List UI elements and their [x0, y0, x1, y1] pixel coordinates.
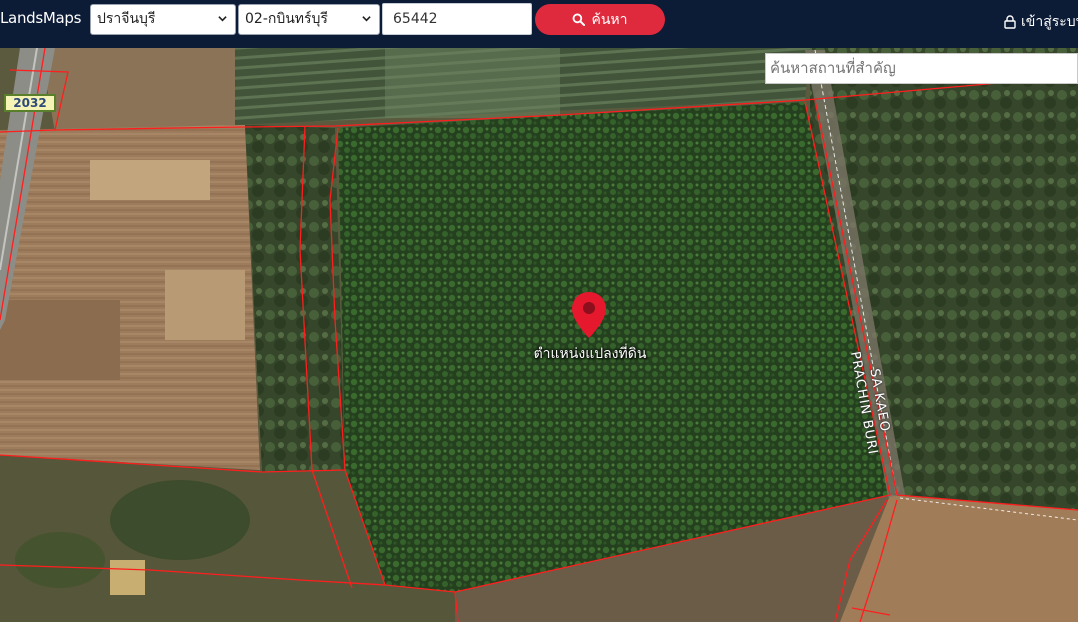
- search-button[interactable]: ค้นหา: [535, 4, 665, 35]
- top-navbar: LandsMaps ปราจีนบุรี 02-กบินทร์บุรี 6544…: [0, 0, 1078, 48]
- brand-logo[interactable]: LandsMaps: [0, 9, 81, 27]
- satellite-imagery[interactable]: [0, 0, 1078, 622]
- map-canvas[interactable]: [0, 0, 1078, 622]
- district-select[interactable]: 02-กบินทร์บุรี: [238, 4, 380, 35]
- province-select-value: ปราจีนบุรี: [97, 11, 156, 27]
- map-pin-icon[interactable]: [570, 290, 608, 340]
- search-button-label: ค้นหา: [591, 11, 628, 28]
- login-link[interactable]: เข้าสู่ระบบ: [1004, 11, 1078, 33]
- place-search-input[interactable]: ค้นหาสถานที่สำคัญ: [765, 53, 1078, 84]
- chevron-down-icon: [362, 16, 371, 22]
- login-label: เข้าสู่ระบบ: [1021, 14, 1078, 30]
- parcel-number-input[interactable]: 65442: [382, 3, 532, 35]
- district-select-value: 02-กบินทร์บุรี: [245, 11, 328, 27]
- road-number-shield: 2032: [4, 94, 56, 112]
- chevron-down-icon: [218, 16, 227, 22]
- marker-label: ตำแหน่งแปลงที่ดิน: [533, 346, 647, 362]
- search-icon: [573, 13, 586, 26]
- lock-icon: [1004, 15, 1016, 29]
- province-select[interactable]: ปราจีนบุรี: [90, 4, 236, 35]
